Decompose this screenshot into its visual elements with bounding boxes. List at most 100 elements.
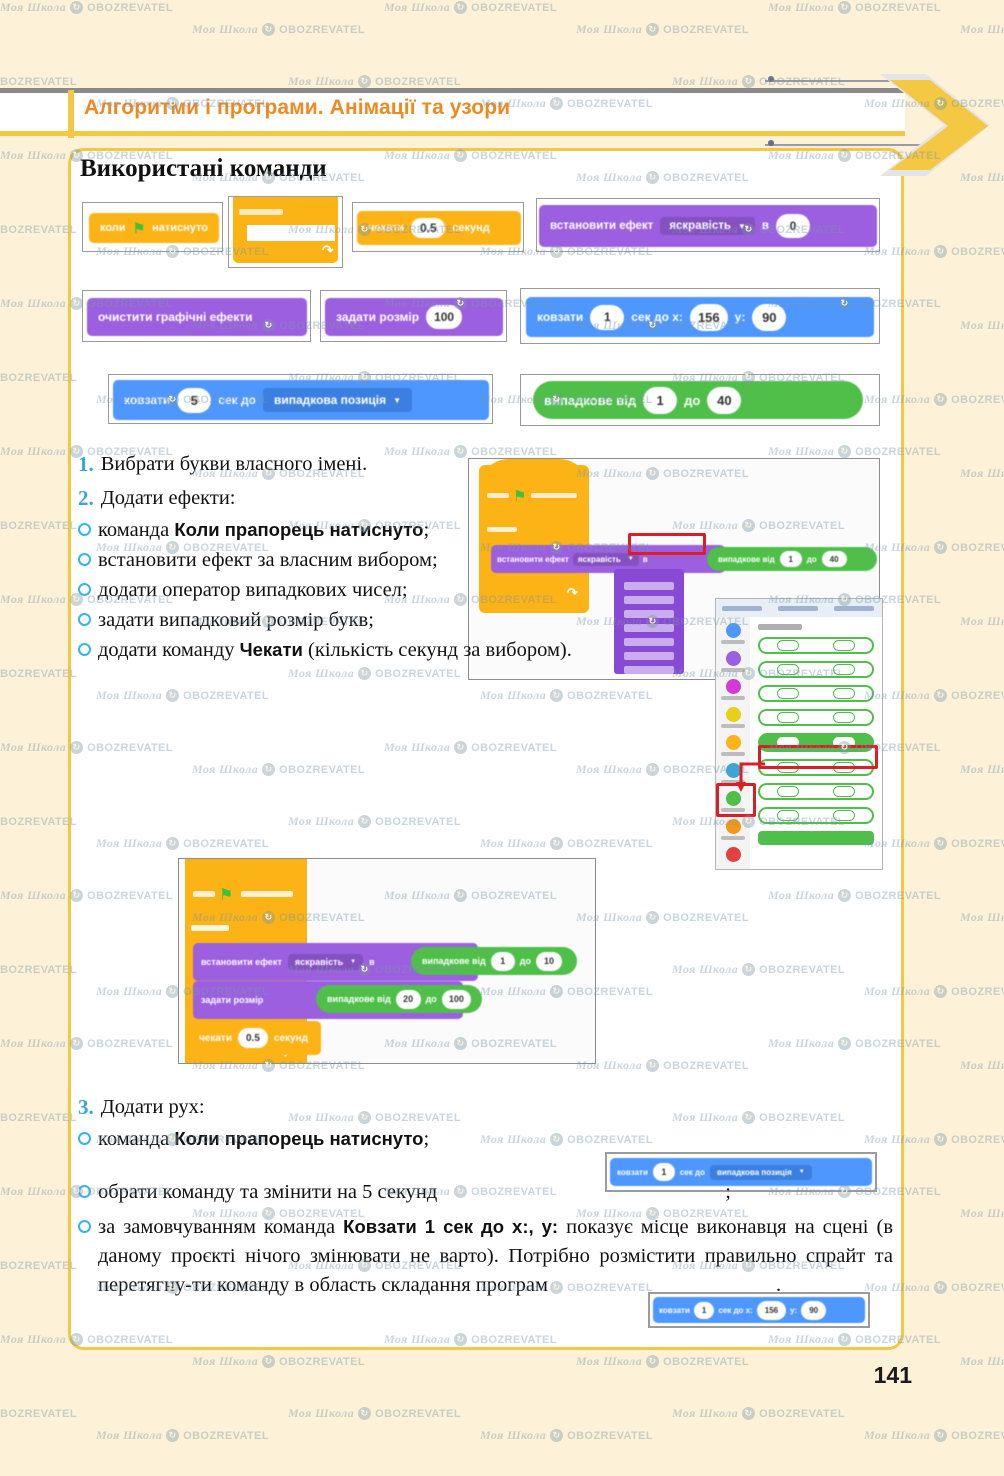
watermark-tile: Моя Школа↻OBOZREVATEL [768,0,942,14]
slot[interactable] [833,688,855,699]
palette-block-operator[interactable] [758,709,874,726]
step-item-3: 3. Додати рух: [78,1093,893,1123]
block-set-size-value[interactable]: 100 [426,305,463,329]
block-glide-random-position[interactable]: ковзати 5 сек до випадкова позиція ▼ [113,380,489,420]
watermark-tile: Моя Школа↻OBOZREVATEL [960,614,1004,628]
block-wait[interactable]: чекати 0.5 секунд [357,211,521,245]
command-frame-flag: коли ⚑ натиснуто [82,202,223,252]
command-frame-clear-effects: очистити графічні ефекти [82,290,311,342]
section-heading: Використані команди [80,155,327,182]
palette-category-sound[interactable] [725,679,741,694]
palette-category-label [721,724,745,728]
block-glide-to-xy[interactable]: ковзати 1 сек до x: 156 y: 90 [526,297,874,337]
shot2-rnd1-label-mid: до [519,956,531,966]
bullet-text-tail: ; [423,518,430,541]
palette-block-operator[interactable] [758,685,874,702]
shot2-hat-label2 [241,891,293,897]
shot2-random-block-2[interactable]: випадкове від 20 до 100 [316,985,482,1013]
block-effect-dropdown[interactable]: яскравість ▼ [660,217,755,235]
command-frame-set-size: задати розмір 100 [320,290,507,342]
command-frame-glide-xy: ковзати 1 сек до x: 156 y: 90 [520,288,880,344]
shot2-rnd1-a[interactable]: 1 [490,951,515,971]
bullet-text: додати оператор випадкових чисел; [98,578,408,601]
step-item-1: 1. Вибрати букви власного імені. [78,450,893,480]
dropdown-menu-item[interactable] [624,666,674,674]
palette-category-mybblocks[interactable] [725,847,741,862]
shot2-rnd1-label-from: випадкове від [422,956,486,966]
page-number: 141 [873,1362,912,1388]
palette-category-label [721,752,745,756]
shot2-rnd2-b[interactable]: 100 [441,989,471,1009]
slot[interactable] [833,810,855,821]
bullet-item: додати команду Чекати (кількість секунд … [78,636,893,665]
watermark-tile: Моя Школа↻OBOZREVATEL [960,466,1004,480]
shot2-label-set-effect: встановити ефект [201,957,282,967]
watermark-tile: Моя Школа↻OBOZREVATEL [0,223,78,236]
palette-block-operator[interactable] [758,831,874,845]
block-label-random-from: випадкове від [544,392,637,408]
slot[interactable] [833,786,855,797]
slot[interactable] [777,688,799,699]
shot2-label-sec: секунд [273,1032,308,1044]
palette-category-events[interactable] [725,707,741,722]
header-dot-bottom [768,140,774,146]
watermark-tile: Моя Школа↻OBOZREVATEL [288,1406,462,1420]
block-wait-value[interactable]: 0.5 [411,218,446,238]
watermark-tile: Моя Школа↻OBOZREVATEL [0,519,78,532]
slot[interactable] [777,810,799,821]
shot2-wait-block[interactable]: чекати 0.5 секунд [191,1021,321,1055]
watermark-tile: Моя Школа↻OBOZREVATEL [864,1428,1004,1442]
step-number: 3. [78,1095,94,1119]
highlight-box-effect-slot [628,533,706,555]
watermark-tile: Моя Школа↻OBOZREVATEL [576,1354,750,1368]
inline-glide-seconds[interactable]: 1 [693,1301,715,1319]
block-glide-x[interactable]: 156 [689,303,728,331]
palette-category-label [721,696,745,700]
command-frame-wait: чекати 0.5 секунд [352,202,524,252]
block-set-size[interactable]: задати розмір 100 [325,298,503,336]
shot2-effect-dropdown[interactable]: яскравість ▼ [287,954,364,970]
watermark-tile: Моя Школа↻OBOZREVATEL [0,371,78,384]
inline-glide-x[interactable]: 156 [756,1300,787,1320]
watermark-tile: Моя Школа↻OBOZREVATEL [0,1111,78,1124]
watermark-tile: Моя Школа↻OBOZREVATEL [960,1354,1004,1368]
shot2-rnd2-a[interactable]: 20 [395,989,421,1009]
slot[interactable] [833,712,855,723]
shot2-rnd1-b[interactable]: 10 [536,951,563,971]
block-label-set-effect: встановити ефект [550,220,654,232]
block-set-effect[interactable]: встановити ефект яскравість ▼ в 0 [539,205,877,247]
palette-category-control[interactable] [725,735,741,750]
shot2-random-block-1[interactable]: випадкове від 1 до 10 [411,947,577,975]
block-target-dropdown[interactable]: випадкова позиція ▼ [262,388,413,412]
block-when-flag-clicked[interactable]: коли ⚑ натиснуто [89,213,220,243]
block-glide-y[interactable]: 90 [752,303,787,331]
bullet-text-bold: Чекати [239,639,303,661]
bullet-ring-icon [78,643,91,657]
block-glide-seconds[interactable]: 5 [177,387,212,413]
block-random-to-value[interactable]: 40 [707,386,742,414]
bullet-text-tail: (кількість секунд за вибором). [302,639,572,662]
watermark-tile: Моя Школа↻OBOZREVATEL [0,667,78,680]
inline-glide-y[interactable]: 90 [801,1300,827,1320]
bullet-ring-icon [78,1184,91,1198]
shot2-effect-value: яскравість [294,957,344,967]
shot2-wait-value[interactable]: 0.5 [237,1028,268,1048]
palette-block-operator[interactable] [758,807,874,824]
bullet-ring-icon [78,582,91,596]
palette-block-operator[interactable] [758,783,874,800]
block-pick-random[interactable]: випадкове від 1 до 40 [533,381,863,419]
bullet-ring-icon [78,612,91,626]
inline-label-secto-x: сек до x: [718,1305,753,1315]
palette-category-variables[interactable] [725,819,741,834]
highlight-connector-arrow [736,762,765,792]
block-clear-graphic-effects[interactable]: очистити графічні ефекти [87,298,307,336]
block-random-from-value[interactable]: 1 [643,386,678,414]
page-title: Алгоритми і програми. Анімації та узори [84,96,511,119]
bullet-item: додати оператор випадкових чисел; [78,576,893,605]
bullet-item: команда Коли прапорець натиснуто; [78,516,893,545]
slot[interactable] [777,712,799,723]
slot[interactable] [777,786,799,797]
block-set-effect-value[interactable]: 0 [775,214,810,238]
block-label-wait: чекати [368,222,405,234]
block-glide-seconds[interactable]: 1 [590,304,625,330]
